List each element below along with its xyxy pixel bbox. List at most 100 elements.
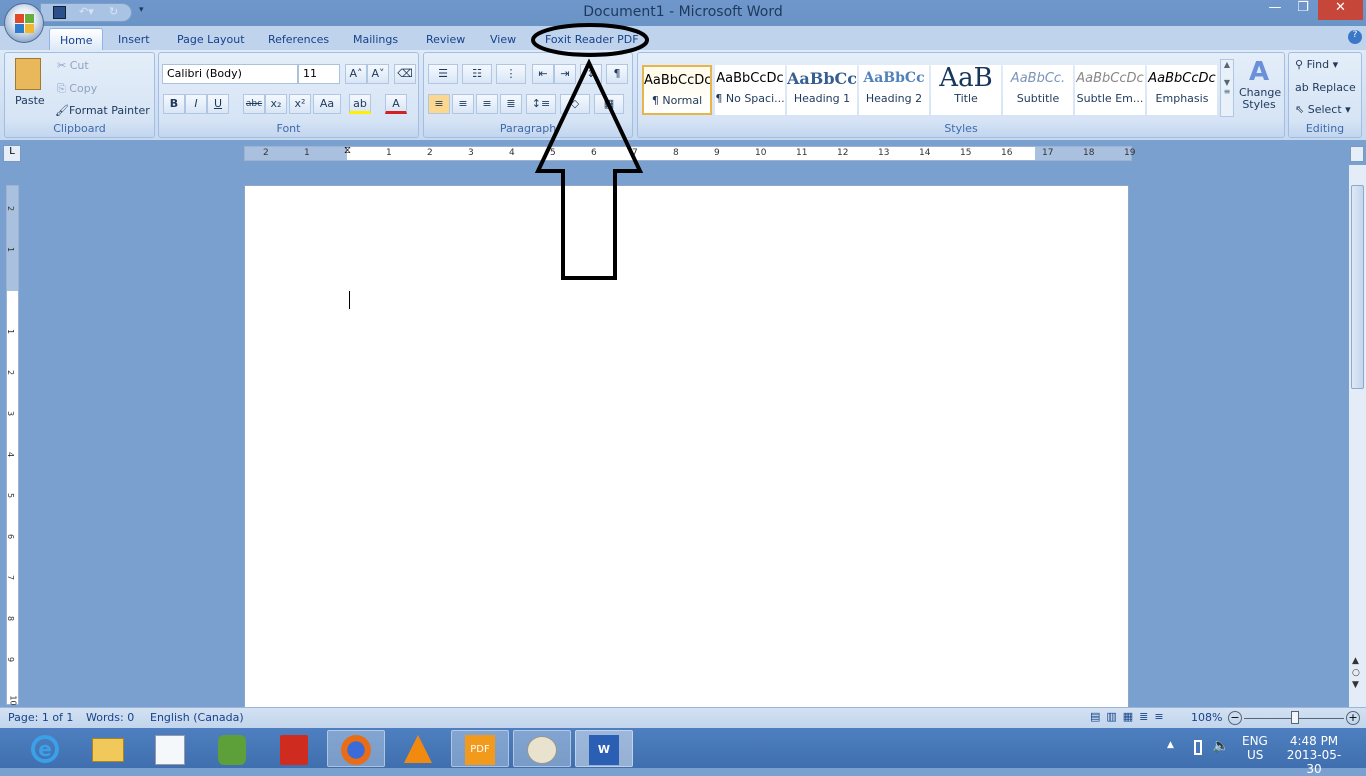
file-explorer-icon[interactable] bbox=[79, 730, 137, 767]
view-ruler-icon[interactable] bbox=[1350, 146, 1364, 162]
tab-foxit-reader-pdf[interactable]: Foxit Reader PDF bbox=[535, 31, 649, 48]
customize-qat-icon[interactable]: ▾ bbox=[139, 5, 144, 15]
tab-view[interactable]: View bbox=[480, 31, 526, 48]
zoom-level[interactable]: 108% bbox=[1191, 711, 1222, 724]
tab-selector[interactable]: L bbox=[3, 145, 21, 162]
close-button[interactable]: ✕ bbox=[1318, 0, 1363, 20]
word-count[interactable]: Words: 0 bbox=[86, 711, 134, 724]
zoom-out-button[interactable]: − bbox=[1228, 711, 1242, 725]
change-case-button[interactable]: Aa bbox=[313, 94, 341, 114]
browse-buttons[interactable]: ▲ ○ ▼ bbox=[1352, 655, 1360, 691]
style-no-spacing[interactable]: AaBbCcDc ¶ No Spaci... bbox=[715, 65, 785, 115]
page-count[interactable]: Page: 1 of 1 bbox=[8, 711, 73, 724]
font-color-button[interactable]: A bbox=[385, 94, 407, 114]
show-formatting-button[interactable]: ¶ bbox=[606, 64, 628, 84]
format-painter-button[interactable]: 🖌Format Painter bbox=[55, 104, 150, 117]
indent-marker[interactable]: ⧖ bbox=[344, 145, 351, 156]
align-left-button[interactable]: ≡ bbox=[428, 94, 450, 114]
firefox-icon[interactable] bbox=[327, 730, 385, 767]
input-language[interactable]: ENG US bbox=[1242, 734, 1268, 762]
style-normal[interactable]: AaBbCcDc ¶ Normal bbox=[642, 65, 712, 115]
style-preview: AaBbCcDc bbox=[716, 71, 784, 86]
help-icon[interactable]: ? bbox=[1348, 30, 1362, 44]
scissors-icon: ✂ bbox=[57, 59, 70, 72]
paint-icon[interactable] bbox=[513, 730, 571, 767]
undo-icon[interactable]: ↶▾ bbox=[79, 5, 94, 18]
change-styles-button[interactable]: A Change Styles bbox=[1239, 57, 1281, 111]
clipboard-label: Clipboard bbox=[53, 122, 106, 135]
word-document-app-icon[interactable] bbox=[141, 730, 199, 767]
clear-formatting-button[interactable]: ⌫ bbox=[394, 64, 416, 84]
ruler-number: 4 bbox=[6, 451, 16, 458]
align-right-button[interactable]: ≡ bbox=[476, 94, 498, 114]
borders-button[interactable]: ▦ bbox=[594, 94, 624, 114]
tab-insert[interactable]: Insert bbox=[108, 31, 160, 48]
find-button[interactable]: ⚲ Find ▾ bbox=[1295, 58, 1338, 71]
center-button[interactable]: ≡ bbox=[452, 94, 474, 114]
bullets-button[interactable]: ☰ bbox=[428, 64, 458, 84]
horizontal-ruler[interactable]: 2 1 1 2 3 4 5 6 7 8 9 10 11 12 13 14 15 16 17 18 19 ⧖ bbox=[244, 145, 1135, 161]
font-size-select[interactable]: 11 bbox=[298, 64, 340, 84]
clock[interactable]: 4:48 PM 2013-05-30 bbox=[1282, 734, 1346, 776]
select-button[interactable]: ⇖ Select ▾ bbox=[1295, 103, 1351, 116]
styles-scroll[interactable]: ▲ ▼ ≡ bbox=[1220, 59, 1234, 117]
replace-button[interactable]: ab Replace bbox=[1295, 81, 1356, 94]
office-button[interactable] bbox=[4, 3, 44, 43]
zoom-in-button[interactable]: + bbox=[1346, 711, 1360, 725]
zoom-slider-thumb[interactable] bbox=[1291, 711, 1299, 724]
save-icon[interactable] bbox=[53, 6, 66, 19]
tab-review[interactable]: Review bbox=[416, 31, 475, 48]
numbering-button[interactable]: ☷ bbox=[462, 64, 492, 84]
highlight-button[interactable]: ab bbox=[349, 94, 371, 114]
tab-home[interactable]: Home bbox=[49, 28, 104, 51]
bold-button[interactable]: B bbox=[163, 94, 185, 114]
style-heading-2[interactable]: AaBbCc Heading 2 bbox=[859, 65, 929, 115]
style-emphasis[interactable]: AaBbCcDc Emphasis bbox=[1147, 65, 1217, 115]
adobe-reader-icon[interactable] bbox=[265, 730, 323, 767]
style-subtle-emphasis[interactable]: AaBbCcDc Subtle Em... bbox=[1075, 65, 1145, 115]
paste-button[interactable]: Paste bbox=[15, 94, 45, 107]
clock-time: 4:48 PM bbox=[1289, 734, 1339, 748]
battery-icon[interactable] bbox=[1194, 740, 1202, 755]
document-page[interactable] bbox=[244, 185, 1129, 710]
tab-page-layout[interactable]: Page Layout bbox=[167, 31, 255, 48]
italic-button[interactable]: I bbox=[185, 94, 207, 114]
increase-indent-button[interactable]: ⇥ bbox=[554, 64, 576, 84]
foxit-reader-icon[interactable]: PDF bbox=[451, 730, 509, 767]
cut-button[interactable]: ✂ Cut bbox=[57, 59, 89, 72]
tab-references[interactable]: References bbox=[258, 31, 339, 48]
style-heading-1[interactable]: AaBbCc Heading 1 bbox=[787, 65, 857, 115]
microsoft-word-icon[interactable]: W bbox=[575, 730, 633, 767]
font-name-select[interactable]: Calibri (Body) bbox=[162, 64, 298, 84]
underline-button[interactable]: U bbox=[207, 94, 229, 114]
superscript-button[interactable]: x² bbox=[289, 94, 311, 114]
shading-button[interactable]: ◇ bbox=[560, 94, 590, 114]
line-spacing-button[interactable]: ↕≡ bbox=[526, 94, 556, 114]
strikethrough-button[interactable]: abc bbox=[243, 94, 265, 114]
style-subtitle[interactable]: AaBbCc. Subtitle bbox=[1003, 65, 1073, 115]
vertical-scrollbar[interactable]: ▲ ○ ▼ bbox=[1349, 165, 1366, 707]
volume-icon[interactable]: 🔈 bbox=[1212, 738, 1229, 754]
style-title[interactable]: AaB Title bbox=[931, 65, 1001, 115]
show-hidden-icons[interactable]: ▲ bbox=[1167, 740, 1174, 750]
vertical-ruler[interactable]: 2 1 1 2 3 4 5 6 7 8 9 10 bbox=[6, 185, 19, 706]
evernote-icon[interactable] bbox=[203, 730, 261, 767]
justify-button[interactable]: ≣ bbox=[500, 94, 522, 114]
shrink-font-button[interactable]: A˅ bbox=[367, 64, 389, 84]
sort-button[interactable]: ↕ bbox=[580, 64, 602, 84]
grow-font-button[interactable]: A˄ bbox=[345, 64, 367, 84]
copy-button[interactable]: ⎘ Copy bbox=[57, 82, 97, 96]
scrollbar-thumb[interactable] bbox=[1351, 185, 1364, 389]
internet-explorer-icon[interactable]: e bbox=[16, 730, 74, 767]
minimize-button[interactable]: — bbox=[1262, 0, 1288, 20]
decrease-indent-button[interactable]: ⇤ bbox=[532, 64, 554, 84]
ruler-number: 11 bbox=[796, 148, 808, 158]
multilevel-list-button[interactable]: ⋮ bbox=[496, 64, 526, 84]
subscript-button[interactable]: x₂ bbox=[265, 94, 287, 114]
restore-button[interactable]: ❐ bbox=[1290, 0, 1316, 20]
vlc-icon[interactable] bbox=[389, 730, 447, 767]
view-buttons[interactable]: ▤▥▦≣≡ bbox=[1090, 710, 1186, 726]
tab-mailings[interactable]: Mailings bbox=[343, 31, 408, 48]
redo-icon[interactable]: ↻ bbox=[109, 5, 118, 18]
language[interactable]: English (Canada) bbox=[150, 711, 244, 724]
